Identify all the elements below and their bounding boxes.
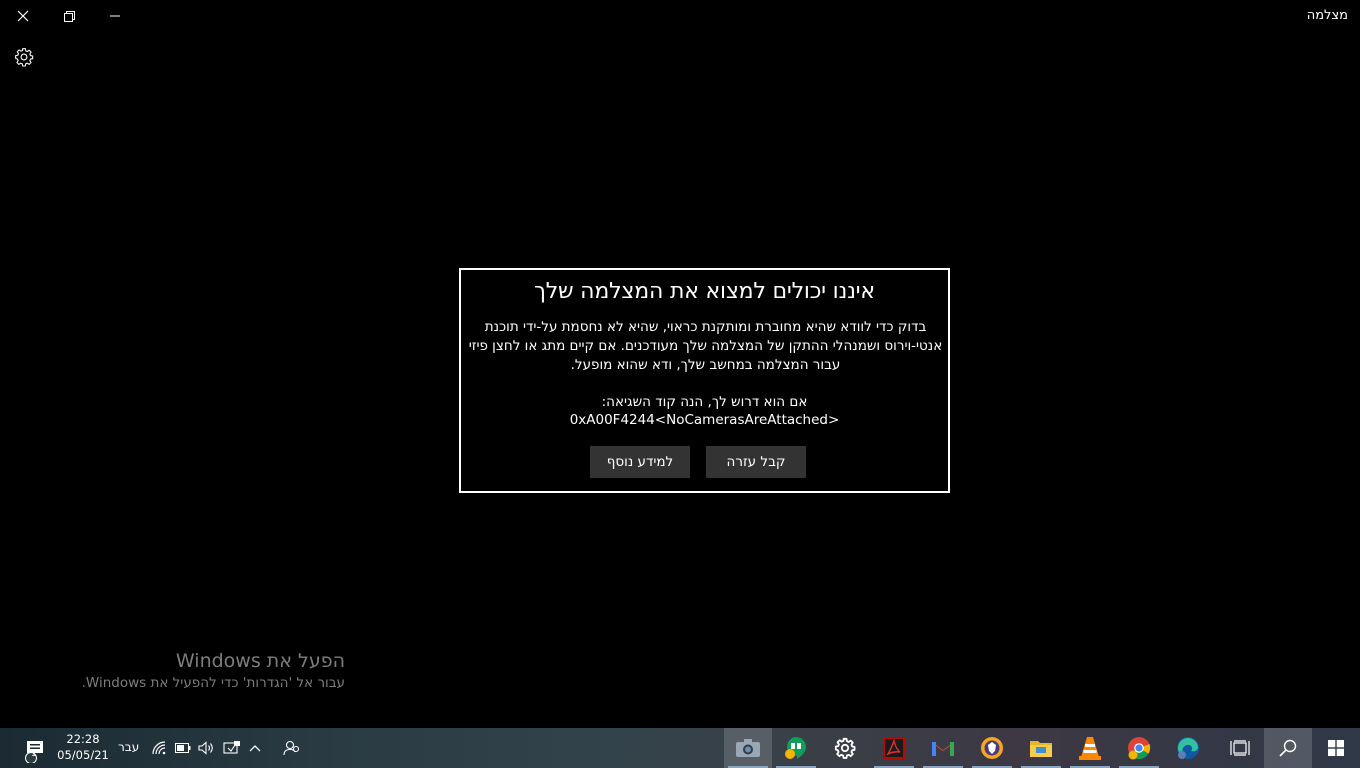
error-description-line: עבור המצלמה במחשב שלך, ודא שהוא מופעל. [570,357,841,373]
watermark-subtitle: עבור אל 'הגדרות' כדי להפעיל את Windows. [81,675,345,691]
notification-count: 1 [31,749,37,759]
task-view-button[interactable] [1216,728,1264,768]
chevron-up-icon [249,745,261,752]
security-tray-button[interactable] [222,728,242,768]
taskbar-hangouts-app[interactable] [772,728,820,768]
vlc-icon [1079,737,1101,760]
error-dialog: איננו יכולים למצוא את המצלמה שלך בדוק כד… [459,268,950,493]
error-description: בדוק כדי לוודא שהיא מחוברת ומותקנת כראוי… [463,318,948,375]
camera-settings-button[interactable] [8,41,40,73]
minimize-button[interactable] [92,0,138,32]
minimize-icon [110,15,120,17]
people-icon [283,740,300,756]
folder-icon [1030,741,1052,757]
taskbar-gmail-app[interactable] [919,728,967,768]
settings-gear-icon [834,737,856,759]
battery-tray-button[interactable] [174,728,192,768]
search-button[interactable] [1264,728,1312,768]
camera-icon [736,739,760,757]
taskbar-settings-app[interactable] [821,728,869,768]
show-hidden-icons-button[interactable] [247,728,263,768]
start-button[interactable] [1312,728,1360,768]
search-icon [1279,739,1297,757]
close-button[interactable] [0,0,46,32]
acrobat-icon [883,737,905,759]
error-description-line: בדוק כדי לוודא שהיא מחוברת ומותקנת כראוי… [484,319,927,335]
taskbar-edge-app[interactable] [1164,728,1212,768]
security-center-icon [223,741,240,754]
clock-time: 22:28 [66,732,100,746]
close-icon [17,10,29,22]
more-info-button[interactable]: למידע נוסף [590,446,690,478]
hangouts-icon [785,737,806,759]
language-indicator[interactable]: עבר [118,740,139,754]
brave-browser-icon [981,737,1003,759]
people-button[interactable] [280,728,304,768]
battery-icon [175,743,191,753]
edge-icon [1177,737,1199,759]
notification-icon [25,741,43,763]
taskbar-chrome-app[interactable] [1115,728,1163,768]
app-title: מצלמה [1306,8,1348,23]
get-help-button[interactable]: קבל עזרה [706,446,806,478]
action-center-button[interactable]: 1 [10,728,50,768]
task-view-icon [1230,740,1250,756]
error-code-intro: אם הוא דרוש לך, הנה קוד השגיאה: [601,394,808,410]
taskbar-camera-app[interactable] [724,728,772,768]
chrome-icon [1128,737,1151,760]
volume-icon [198,741,213,755]
clock[interactable]: 22:28 05/05/21 [54,731,112,763]
taskbar-brave-app[interactable] [968,728,1016,768]
gear-icon [15,48,34,67]
title-bar: מצלמה [0,0,1360,32]
gmail-icon [932,742,954,756]
taskbar-acrobat-app[interactable] [870,728,918,768]
restore-button[interactable] [46,0,92,32]
wifi-tray-button[interactable] [151,728,169,768]
watermark-title: הפעל את Windows [175,650,345,672]
wifi-icon [152,741,166,755]
restore-icon [63,10,75,22]
clock-date: 05/05/21 [57,748,109,762]
taskbar-file-explorer-app[interactable] [1017,728,1065,768]
volume-tray-button[interactable] [197,728,217,768]
taskbar-vlc-app[interactable] [1066,728,1114,768]
error-title: איננו יכולים למצוא את המצלמה שלך [534,279,875,304]
taskbar: 1 22:28 05/05/21 עבר [0,728,1360,768]
windows-logo-icon [1328,740,1344,756]
activate-windows-watermark: הפעל את Windows עבור אל 'הגדרות' כדי להפ… [82,650,345,691]
error-code: 0xA00F4244<NoCamerasAreAttached> [569,412,840,428]
error-description-line: אנטי-וירוס ושמנהלי ההתקן של המצלמה שלך מ… [468,338,943,354]
